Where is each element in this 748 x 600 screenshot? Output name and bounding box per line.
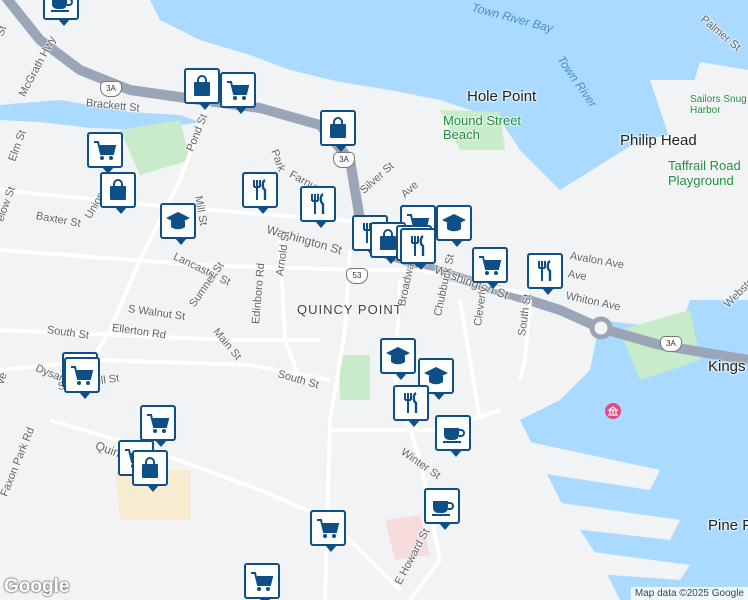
route-shield-3a: 3A (100, 81, 122, 97)
restaurant-pin-icon[interactable] (300, 186, 336, 228)
museum-icon[interactable] (604, 402, 622, 420)
cafe-pin-icon[interactable] (424, 488, 460, 530)
shop-pin-icon[interactable] (320, 110, 356, 152)
school-pin-icon[interactable] (380, 338, 416, 380)
shop-pin-icon[interactable] (184, 68, 220, 110)
park-label-sailors-snug-harbor: Sailors Snug Harbor (690, 94, 747, 116)
grocery-pin-icon[interactable] (244, 563, 280, 600)
restaurant-pin-icon[interactable] (242, 172, 278, 214)
grocery-pin-icon[interactable] (140, 405, 176, 447)
restaurant-pin-icon[interactable] (393, 385, 429, 427)
shop-pin-icon[interactable] (100, 172, 136, 214)
place-label-kings: Kings (708, 358, 746, 375)
park-label-taffrail-road-playground: Taffrail Road Playground (668, 158, 741, 188)
rotary (589, 316, 613, 340)
grocery-pin-icon[interactable] (87, 132, 123, 174)
place-label-hole-point: Hole Point (467, 88, 537, 105)
map-canvas[interactable]: Town River Bay Town River Hole Point Phi… (0, 0, 748, 600)
restaurant-pin-icon[interactable] (400, 228, 436, 270)
school-pin-icon[interactable] (160, 203, 196, 245)
place-label-pine-point: Pine P (708, 517, 748, 534)
route-shield-3a: 3A (660, 336, 682, 352)
grocery-pin-icon[interactable] (64, 357, 100, 399)
route-shield-53: 53 (346, 268, 368, 284)
grocery-pin-icon[interactable] (310, 510, 346, 552)
restaurant-pin-icon[interactable] (527, 253, 563, 295)
west-park (120, 120, 190, 175)
cafe-pin-icon[interactable] (43, 0, 79, 26)
area-label-quincy-point: QUINCY POINT (297, 302, 403, 317)
map-attribution[interactable]: Map data ©2025 Google (630, 587, 748, 600)
place-label-philip-head: Philip Head (620, 132, 697, 149)
park-label-mound-street-beach: Mound Street Beach (443, 113, 522, 142)
field-park (340, 355, 370, 400)
grocery-pin-icon[interactable] (220, 72, 256, 114)
google-logo: Google (4, 576, 70, 597)
school-pin-icon[interactable] (436, 205, 472, 247)
grocery-pin-icon[interactable] (472, 247, 508, 289)
cafe-pin-icon[interactable] (435, 415, 471, 457)
shop-pin-icon[interactable] (132, 450, 168, 492)
route-shield-3a: 3A (333, 152, 355, 168)
